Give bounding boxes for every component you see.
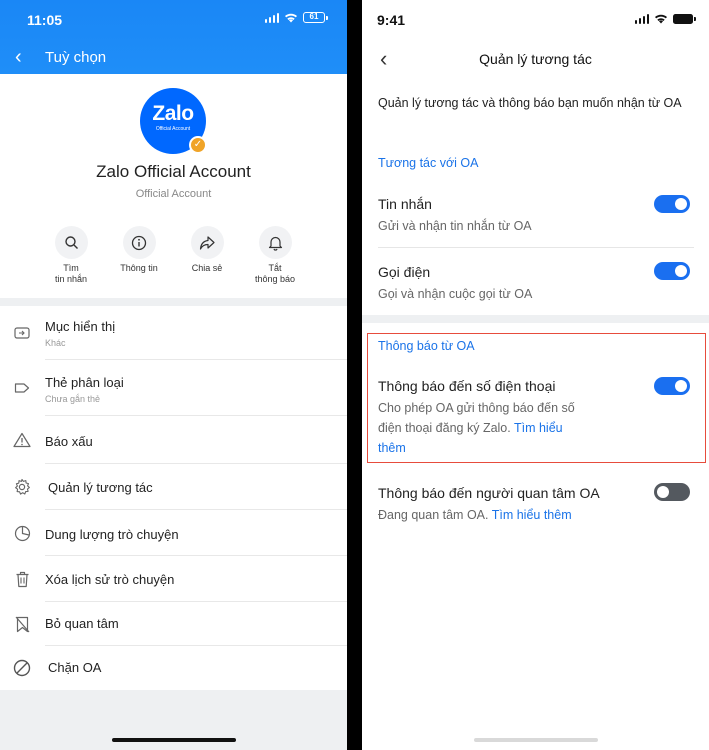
status-time: 11:05 bbox=[27, 12, 63, 28]
warning-icon bbox=[12, 430, 32, 450]
trash-icon bbox=[12, 569, 32, 589]
status-time: 9:41 bbox=[377, 12, 406, 28]
toggle-knob bbox=[675, 198, 687, 210]
menu-item-subtitle: Khác bbox=[45, 338, 66, 348]
row-title-follower-notify: Thông báo đến người quan tâm OA bbox=[378, 485, 600, 501]
unfollow-icon bbox=[12, 614, 32, 634]
intro-text: Quản lý tương tác và thông báo bạn muốn … bbox=[378, 96, 682, 110]
row-title-messages: Tin nhắn bbox=[378, 196, 432, 212]
block-icon bbox=[12, 658, 32, 678]
menu-item-subtitle: Chưa gắn thẻ bbox=[45, 394, 101, 404]
menu-item-title: Báo xấu bbox=[45, 434, 93, 449]
desc-text: Đang quan tâm OA. bbox=[378, 508, 489, 522]
mute-notifications-button[interactable]: Tắt thông báo bbox=[240, 226, 310, 285]
action-label-line2: tin nhắn bbox=[54, 274, 88, 284]
profile-section: Zalo Official Account ✓ Zalo Official Ac… bbox=[0, 74, 347, 298]
row-desc-calls: Gọi và nhận cuộc gọi từ OA bbox=[378, 287, 533, 301]
search-icon bbox=[54, 226, 88, 259]
wifi-icon bbox=[285, 13, 297, 23]
logo-text: Zalo bbox=[152, 102, 194, 125]
action-label: Thông tin bbox=[120, 263, 158, 273]
menu-item-title: Xóa lịch sử trò chuyện bbox=[45, 572, 175, 587]
section-title-interaction: Tương tác với OA bbox=[378, 156, 479, 170]
menu-item-unfollow[interactable]: Bỏ quan tâm bbox=[0, 602, 347, 646]
right-phone-screen: 9:41 ‹ Quản lý tương tác Quản lý tương t… bbox=[362, 0, 709, 750]
menu-item-title: Bỏ quan tâm bbox=[45, 616, 119, 631]
toggle-knob bbox=[675, 265, 687, 277]
action-label: Tắt bbox=[268, 263, 282, 273]
learn-more-link[interactable]: Tìm hiểu thêm bbox=[492, 508, 572, 522]
bell-icon bbox=[258, 226, 292, 259]
menu-item-manage-interaction[interactable]: Quản lý tương tác bbox=[0, 464, 347, 510]
section-divider bbox=[0, 298, 347, 306]
signal-icon bbox=[264, 12, 279, 23]
battery-icon bbox=[673, 13, 696, 24]
tag-icon bbox=[12, 378, 32, 398]
info-button[interactable]: Thông tin bbox=[104, 226, 174, 274]
gear-icon bbox=[12, 477, 32, 497]
row-title-calls: Gọi điện bbox=[378, 264, 431, 280]
row-title-phone-notify: Thông báo đến số điện thoại bbox=[378, 378, 556, 394]
toggle-knob bbox=[657, 486, 669, 498]
account-type: Official Account bbox=[135, 188, 212, 200]
menu-item-clear-history[interactable]: Xóa lịch sử trò chuyện bbox=[0, 556, 347, 602]
back-button[interactable]: ‹ bbox=[15, 47, 22, 67]
learn-more-link[interactable]: Tìm hiểu bbox=[514, 421, 563, 435]
menu-item-title: Dung lượng trò chuyện bbox=[45, 527, 179, 542]
account-name: Zalo Official Account bbox=[96, 162, 251, 181]
share-button[interactable]: Chia sẻ bbox=[172, 226, 242, 274]
learn-more-link-cont[interactable]: thêm bbox=[378, 441, 406, 455]
desc-line: điện thoại đăng ký Zalo. bbox=[378, 421, 511, 435]
menu-item-block[interactable]: Chặn OA bbox=[0, 646, 347, 690]
action-label: Tìm bbox=[63, 263, 79, 273]
pie-chart-icon bbox=[12, 523, 32, 543]
row-separator bbox=[378, 247, 694, 248]
phone-notify-toggle[interactable] bbox=[654, 377, 690, 395]
toggle-knob bbox=[675, 380, 687, 392]
verified-badge-icon: ✓ bbox=[189, 136, 207, 154]
wifi-icon bbox=[655, 14, 667, 24]
menu-item-title: Chặn OA bbox=[48, 660, 102, 675]
menu-item-display[interactable]: Mục hiển thị Khác bbox=[0, 306, 347, 360]
menu-item-storage[interactable]: Dung lượng trò chuyện bbox=[0, 510, 347, 556]
section-gap bbox=[362, 315, 709, 323]
action-label-line2: thông báo bbox=[254, 274, 296, 284]
page-title: Quản lý tương tác bbox=[479, 51, 592, 67]
desc-line: Cho phép OA gửi thông báo đến số bbox=[378, 401, 575, 415]
menu-item-title: Thẻ phân loại bbox=[45, 375, 124, 390]
follower-notify-toggle[interactable] bbox=[654, 483, 690, 501]
menu-item-tags[interactable]: Thẻ phân loại Chưa gắn thẻ bbox=[0, 360, 347, 416]
action-label: Chia sẻ bbox=[191, 263, 223, 273]
search-messages-button[interactable]: Tìm tin nhắn bbox=[36, 226, 106, 285]
menu-item-title: Quản lý tương tác bbox=[48, 480, 153, 495]
row-desc-follower-notify: Đang quan tâm OA. Tìm hiểu thêm bbox=[378, 505, 572, 525]
menu-item-title: Mục hiển thị bbox=[45, 319, 116, 334]
home-indicator[interactable] bbox=[112, 738, 236, 742]
display-icon bbox=[12, 323, 32, 343]
menu-item-report[interactable]: Báo xấu bbox=[0, 416, 347, 464]
signal-icon bbox=[634, 13, 649, 24]
header-bar: 11:05 61 ‹ Tuỳ chọn bbox=[0, 0, 347, 74]
calls-toggle[interactable] bbox=[654, 262, 690, 280]
status-icons bbox=[634, 13, 696, 24]
share-icon bbox=[190, 226, 224, 259]
section-title-notifications: Thông báo từ OA bbox=[378, 339, 475, 353]
row-desc-phone-notify: Cho phép OA gửi thông báo đến số điện th… bbox=[378, 398, 628, 458]
status-icons: 61 bbox=[264, 12, 328, 23]
messages-toggle[interactable] bbox=[654, 195, 690, 213]
row-desc-messages: Gửi và nhận tin nhắn từ OA bbox=[378, 219, 532, 233]
left-phone-screen: 11:05 61 ‹ Tuỳ chọn Zalo Official Accoun… bbox=[0, 0, 347, 750]
battery-icon: 61 bbox=[303, 12, 328, 23]
info-icon bbox=[122, 226, 156, 259]
logo-subtext: Official Account bbox=[155, 126, 191, 132]
home-indicator[interactable] bbox=[474, 738, 598, 742]
page-title: Tuỳ chọn bbox=[45, 49, 107, 66]
